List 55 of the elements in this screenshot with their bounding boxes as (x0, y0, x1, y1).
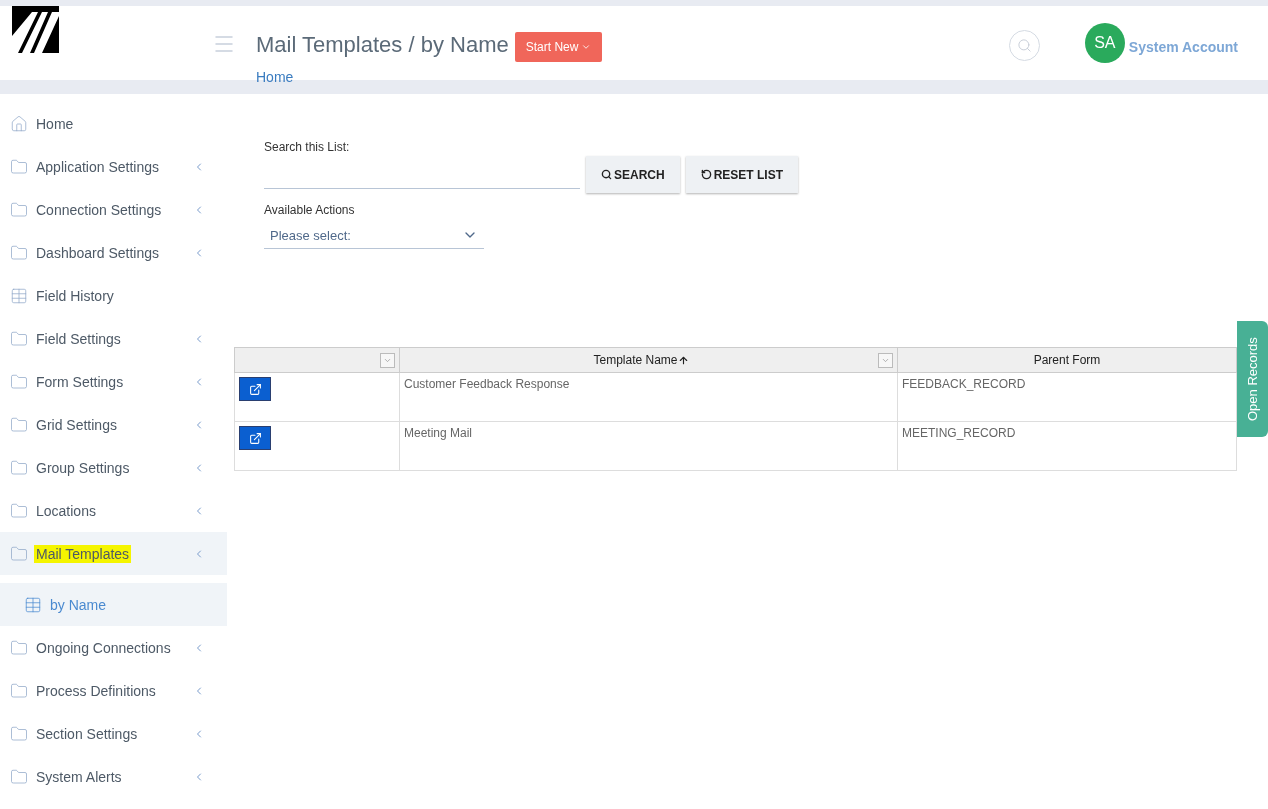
sidebar-item[interactable]: Ongoing Connections (0, 626, 227, 669)
sidebar-item[interactable]: Mail Templates (0, 532, 227, 575)
table-cell: Customer Feedback Response (399, 372, 898, 422)
folder-icon (10, 638, 28, 657)
search-button[interactable]: SEARCH (586, 156, 680, 193)
grid-icon (10, 286, 28, 305)
external-link-icon (248, 382, 262, 396)
open-record-button[interactable] (239, 377, 271, 401)
reset-icon (700, 169, 712, 180)
column-header[interactable]: Template Name (399, 347, 898, 373)
sidebar-item[interactable]: Dashboard Settings (0, 231, 227, 274)
table-cell: Meeting Mail (399, 421, 898, 471)
actions-label: Available Actions (264, 203, 356, 217)
folder-icon (10, 767, 28, 786)
folder-icon (10, 681, 28, 700)
reset-list-button[interactable]: RESET LIST (685, 156, 798, 193)
search-icon (601, 169, 612, 180)
grid-icon (24, 595, 42, 614)
sidebar-item[interactable]: Application Settings (0, 145, 227, 188)
folder-icon (10, 458, 28, 477)
user-avatar: SA (1084, 23, 1125, 63)
folder-icon (10, 329, 28, 348)
open-record-button[interactable] (239, 426, 271, 450)
sidebar-item[interactable]: Group Settings (0, 446, 227, 489)
table-cell: MEETING_RECORD (897, 421, 1237, 471)
filter-icon[interactable] (878, 352, 893, 368)
folder-icon (10, 724, 28, 743)
sidebar-item[interactable]: Form Settings (0, 360, 227, 403)
filter-icon[interactable] (380, 352, 395, 368)
caret-icon (581, 42, 592, 52)
column-header[interactable]: Parent Form (897, 347, 1237, 373)
breadcrumb-link[interactable]: Home (256, 69, 603, 85)
folder-icon (10, 544, 28, 563)
folder-icon (10, 501, 28, 520)
sidebar-item[interactable]: Section Settings (0, 712, 227, 755)
search-button[interactable] (1008, 30, 1040, 61)
folder-icon (10, 415, 28, 434)
sidebar-item[interactable]: Field History (0, 274, 227, 317)
search-label: Search this List: (264, 140, 351, 154)
sidebar-item[interactable]: Process Definitions (0, 669, 227, 712)
folder-icon (10, 200, 28, 219)
external-link-icon (248, 431, 262, 445)
sidebar-item[interactable]: Connection Settings (0, 188, 227, 231)
home-icon (10, 114, 28, 133)
folder-icon (10, 243, 28, 262)
table-cell: FEEDBACK_RECORD (897, 372, 1237, 422)
page-title: Mail Templates / by Name (256, 32, 509, 58)
sidebar-item[interactable]: Grid Settings (0, 403, 227, 446)
search-icon (1016, 38, 1032, 53)
sidebar-item[interactable]: Home (0, 102, 227, 145)
folder-icon (10, 372, 28, 391)
sidebar-item[interactable]: System Alerts (0, 755, 227, 798)
sidebar-item[interactable]: Locations (0, 489, 227, 532)
sidebar-item[interactable]: Field Settings (0, 317, 227, 360)
folder-icon (10, 157, 28, 176)
